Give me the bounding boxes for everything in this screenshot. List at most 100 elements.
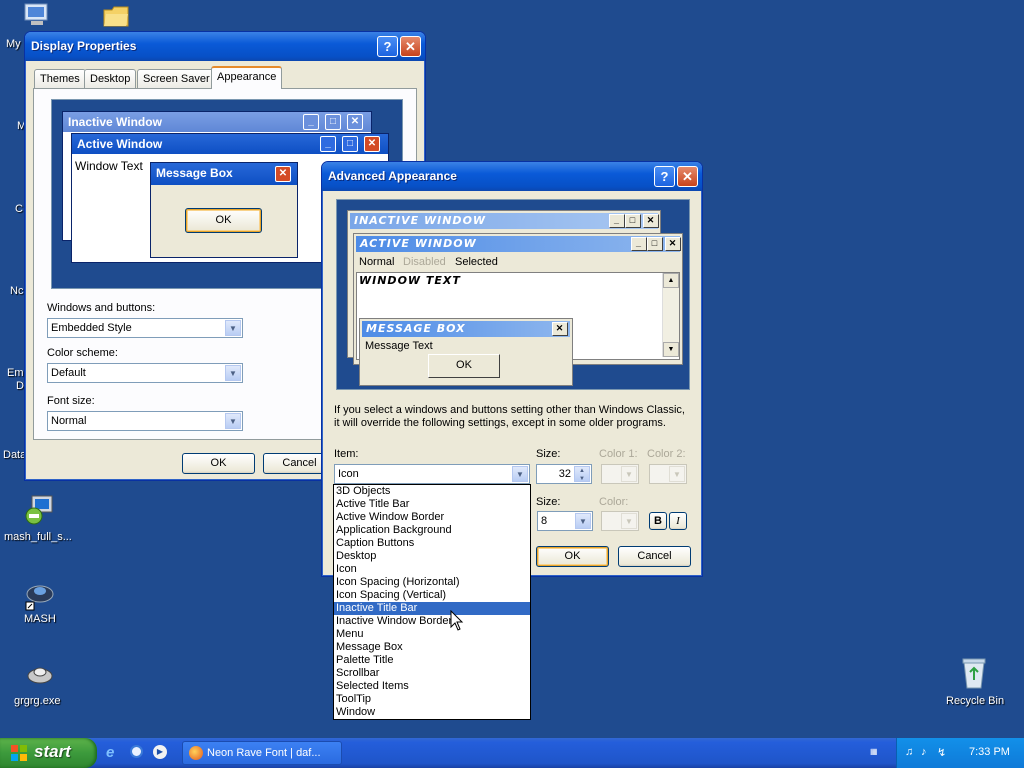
tab-appearance[interactable]: Appearance <box>211 66 283 89</box>
exe-icon[interactable] <box>24 660 56 692</box>
installer-icon[interactable] <box>24 494 56 526</box>
desktop-icon-label[interactable]: Data <box>3 449 26 461</box>
chevron-down-icon[interactable]: ▼ <box>512 466 528 482</box>
advanced-preview: INACTIVE WINDOW _ □ ✕ ACTIVE WINDOW _ □ … <box>336 199 690 390</box>
tray-network-icon[interactable]: ♫ <box>905 746 913 758</box>
media-player-icon[interactable]: ▶ <box>153 745 167 759</box>
size-value: 32 <box>558 468 571 480</box>
close-icon: ✕ <box>275 166 291 182</box>
font-size-select[interactable]: Normal ▼ <box>47 411 243 431</box>
size-spinner[interactable]: 32 ▲ ▼ <box>536 464 592 484</box>
system-tray: ♫ ♪ ↯ 7:33 PM <box>896 738 1024 768</box>
color1-select[interactable]: ▼ <box>601 464 639 484</box>
chevron-down-icon[interactable]: ▼ <box>575 513 591 529</box>
cancel-button[interactable]: Cancel <box>618 546 691 567</box>
chevron-down-icon[interactable]: ▼ <box>225 320 241 336</box>
chevron-down-icon: ▼ <box>621 466 637 482</box>
bold-button[interactable]: B <box>649 512 667 530</box>
desktop-icon-label[interactable]: My <box>6 38 21 50</box>
chevron-down-icon: ▼ <box>669 466 685 482</box>
mash-icon[interactable] <box>24 580 56 612</box>
close-icon: ✕ <box>364 136 380 152</box>
spinner-icon[interactable]: ▲ ▼ <box>574 466 590 482</box>
tray-app-icon[interactable]: ↯ <box>937 746 946 759</box>
minimize-icon: _ <box>609 214 625 228</box>
desktop-icon-label[interactable]: D <box>16 380 24 392</box>
taskbar-task-button[interactable]: Neon Rave Font | daf... <box>182 741 342 765</box>
my-computer-icon[interactable] <box>22 2 52 28</box>
help-button[interactable]: ? <box>377 36 398 57</box>
browser-icon[interactable] <box>130 745 143 758</box>
font-color-label: Color: <box>599 496 629 508</box>
tab-desktop[interactable]: Desktop <box>84 69 137 88</box>
firefox-icon <box>189 746 203 760</box>
start-label: start <box>34 742 71 761</box>
help-button[interactable]: ? <box>654 166 675 187</box>
item-dropdown-list[interactable]: 3D Objects Active Title Bar Active Window … <box>333 484 531 720</box>
internet-explorer-icon[interactable]: e <box>106 744 114 761</box>
item-option[interactable]: Icon Spacing (Vertical) <box>334 589 530 602</box>
item-option[interactable]: Icon <box>334 563 530 576</box>
close-icon: ✕ <box>643 214 659 228</box>
italic-button[interactable]: I <box>669 512 687 530</box>
close-button[interactable]: ✕ <box>400 36 421 57</box>
item-option[interactable]: Inactive Window Border <box>334 615 530 628</box>
item-option[interactable]: Desktop <box>334 550 530 563</box>
item-option[interactable]: Icon Spacing (Horizontal) <box>334 576 530 589</box>
quick-launch: e ▶ <box>104 744 174 762</box>
item-option[interactable]: Application Background <box>334 524 530 537</box>
item-value: Icon <box>338 468 359 480</box>
advanced-appearance-titlebar[interactable]: Advanced Appearance ? ✕ <box>322 162 702 191</box>
desktop-icon-label[interactable]: MASH <box>24 613 56 625</box>
minimize-icon: _ <box>631 237 647 251</box>
item-option[interactable]: Active Window Border <box>334 511 530 524</box>
item-select[interactable]: Icon ▼ <box>334 464 530 484</box>
item-option[interactable]: Menu <box>334 628 530 641</box>
preview-message-box: MESSAGE BOX ✕ Message Text OK <box>359 318 573 386</box>
window-title: Display Properties <box>31 39 137 53</box>
tab-screen-saver[interactable]: Screen Saver <box>137 69 216 88</box>
chevron-down-icon[interactable]: ▼ <box>225 413 241 429</box>
close-button[interactable]: ✕ <box>677 166 698 187</box>
recycle-bin-icon[interactable] <box>958 656 990 689</box>
item-option[interactable]: Active Title Bar <box>334 498 530 511</box>
desktop-icon-label[interactable]: mash_full_s... <box>4 531 72 543</box>
desktop-icon-label[interactable]: grgrg.exe <box>14 695 60 707</box>
desktop-icon-label[interactable]: Em <box>7 367 24 379</box>
desktop-icon-label[interactable]: C <box>15 203 23 215</box>
show-hidden-icons[interactable]: ▦ <box>870 747 882 757</box>
color-scheme-select[interactable]: Default ▼ <box>47 363 243 383</box>
font-size-select[interactable]: 8 ▼ <box>537 511 593 531</box>
item-option[interactable]: ToolTip <box>334 693 530 706</box>
item-option[interactable]: Message Box <box>334 641 530 654</box>
preview-message-text: Message Text <box>365 340 433 352</box>
maximize-icon: □ <box>625 214 641 228</box>
ok-button[interactable]: OK <box>182 453 255 474</box>
maximize-icon: □ <box>342 136 358 152</box>
item-option[interactable]: Caption Buttons <box>334 537 530 550</box>
item-option[interactable]: Selected Items <box>334 680 530 693</box>
display-properties-titlebar[interactable]: Display Properties ? ✕ <box>25 32 425 61</box>
item-option[interactable]: Palette Title <box>334 654 530 667</box>
close-icon: ✕ <box>347 114 363 130</box>
tray-volume-icon[interactable]: ♪ <box>921 746 927 758</box>
tab-themes[interactable]: Themes <box>34 69 86 88</box>
desktop-icon-label[interactable]: Recycle Bin <box>946 695 1004 707</box>
color2-select[interactable]: ▼ <box>649 464 687 484</box>
start-button[interactable]: start <box>0 738 97 768</box>
item-option[interactable]: Inactive Title Bar <box>334 602 530 615</box>
windows-buttons-select[interactable]: Embedded Style ▼ <box>47 318 243 338</box>
item-option[interactable]: 3D Objects <box>334 485 530 498</box>
preview-msgbox-title: MESSAGE BOX <box>366 322 466 335</box>
chevron-down-icon[interactable]: ▼ <box>225 365 241 381</box>
font-color-select[interactable]: ▼ <box>601 511 639 531</box>
item-option[interactable]: Window <box>334 706 530 719</box>
ok-button[interactable]: OK <box>536 546 609 567</box>
preview-inactive-title: INACTIVE WINDOW <box>354 214 487 227</box>
folder-icon[interactable] <box>102 2 130 28</box>
item-option[interactable]: Scrollbar <box>334 667 530 680</box>
mouse-cursor <box>450 610 464 631</box>
window-title: Advanced Appearance <box>328 169 457 183</box>
desktop-icon-label[interactable]: Nc <box>10 285 23 297</box>
color2-label: Color 2: <box>647 448 686 460</box>
